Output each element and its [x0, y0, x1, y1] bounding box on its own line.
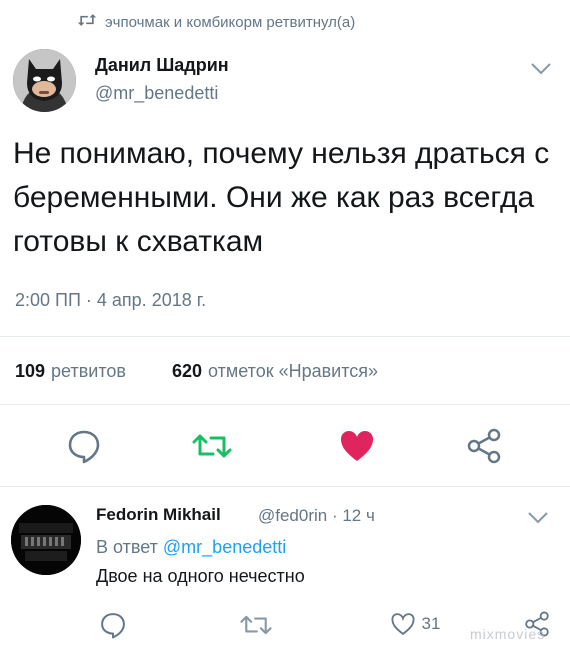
likes-stat[interactable]: 620 отметок «Нравится» [172, 361, 378, 382]
author-name[interactable]: Данил Шадрин [95, 55, 229, 76]
like-button[interactable] [335, 426, 379, 466]
retweet-context-text: эчпочмак и комбикорм ретвитнул(а) [105, 13, 356, 31]
reply-avatar[interactable] [11, 505, 81, 575]
reply-text: Двое на одного нечестно [96, 566, 305, 586]
tweet-stats: 109 ретвитов 620 отметок «Нравится» [15, 361, 378, 382]
reply-icon [99, 611, 127, 639]
reply-icon [66, 428, 102, 464]
reply-author-name[interactable]: Fedorin Mikhail [96, 505, 221, 525]
retweet-icon [77, 13, 105, 31]
reply-handle-time[interactable]: @fed0rin · 12 ч [258, 506, 375, 526]
reply-reply-button[interactable] [96, 608, 130, 642]
tweet-text: Не понимаю, почему нельзя драться с бере… [13, 137, 550, 258]
avatar[interactable] [13, 49, 76, 112]
likes-label: отметок «Нравится» [208, 361, 379, 381]
divider [0, 336, 570, 337]
retweet-context[interactable]: эчпочмак и комбикорм ретвитнул(а) [77, 12, 355, 32]
likes-count: 620 [171, 361, 202, 381]
reply-like-button[interactable]: 31 [380, 608, 450, 640]
heart-outline-icon [390, 612, 416, 636]
reply-retweet-button[interactable] [236, 610, 276, 640]
retweets-count: 109 [15, 361, 46, 381]
reply-like-count: 31 [421, 614, 441, 633]
retweets-stat[interactable]: 109 ретвитов [15, 361, 126, 382]
watermark: mixmovies [470, 626, 546, 642]
chevron-down-icon[interactable] [530, 62, 552, 76]
reply-button[interactable] [62, 426, 106, 466]
share-button[interactable] [462, 426, 506, 466]
retweet-icon [191, 430, 233, 462]
divider [0, 404, 570, 405]
author-handle[interactable]: @mr_benedetti [95, 83, 218, 104]
timestamp[interactable]: 2:00 ПП · 4 апр. 2018 г. [15, 290, 206, 311]
reply-to-prefix: В ответ [96, 537, 158, 557]
retweet-icon [239, 612, 273, 638]
heart-icon [339, 429, 375, 463]
reply-to-handle-link[interactable]: @mr_benedetti [163, 537, 286, 557]
reply-to-line: В ответ @mr_benedetti [96, 537, 286, 558]
retweets-label: ретвитов [51, 361, 126, 381]
chevron-down-icon[interactable] [527, 511, 549, 525]
share-icon [465, 428, 503, 464]
divider [0, 486, 570, 487]
retweet-button[interactable] [188, 426, 236, 466]
